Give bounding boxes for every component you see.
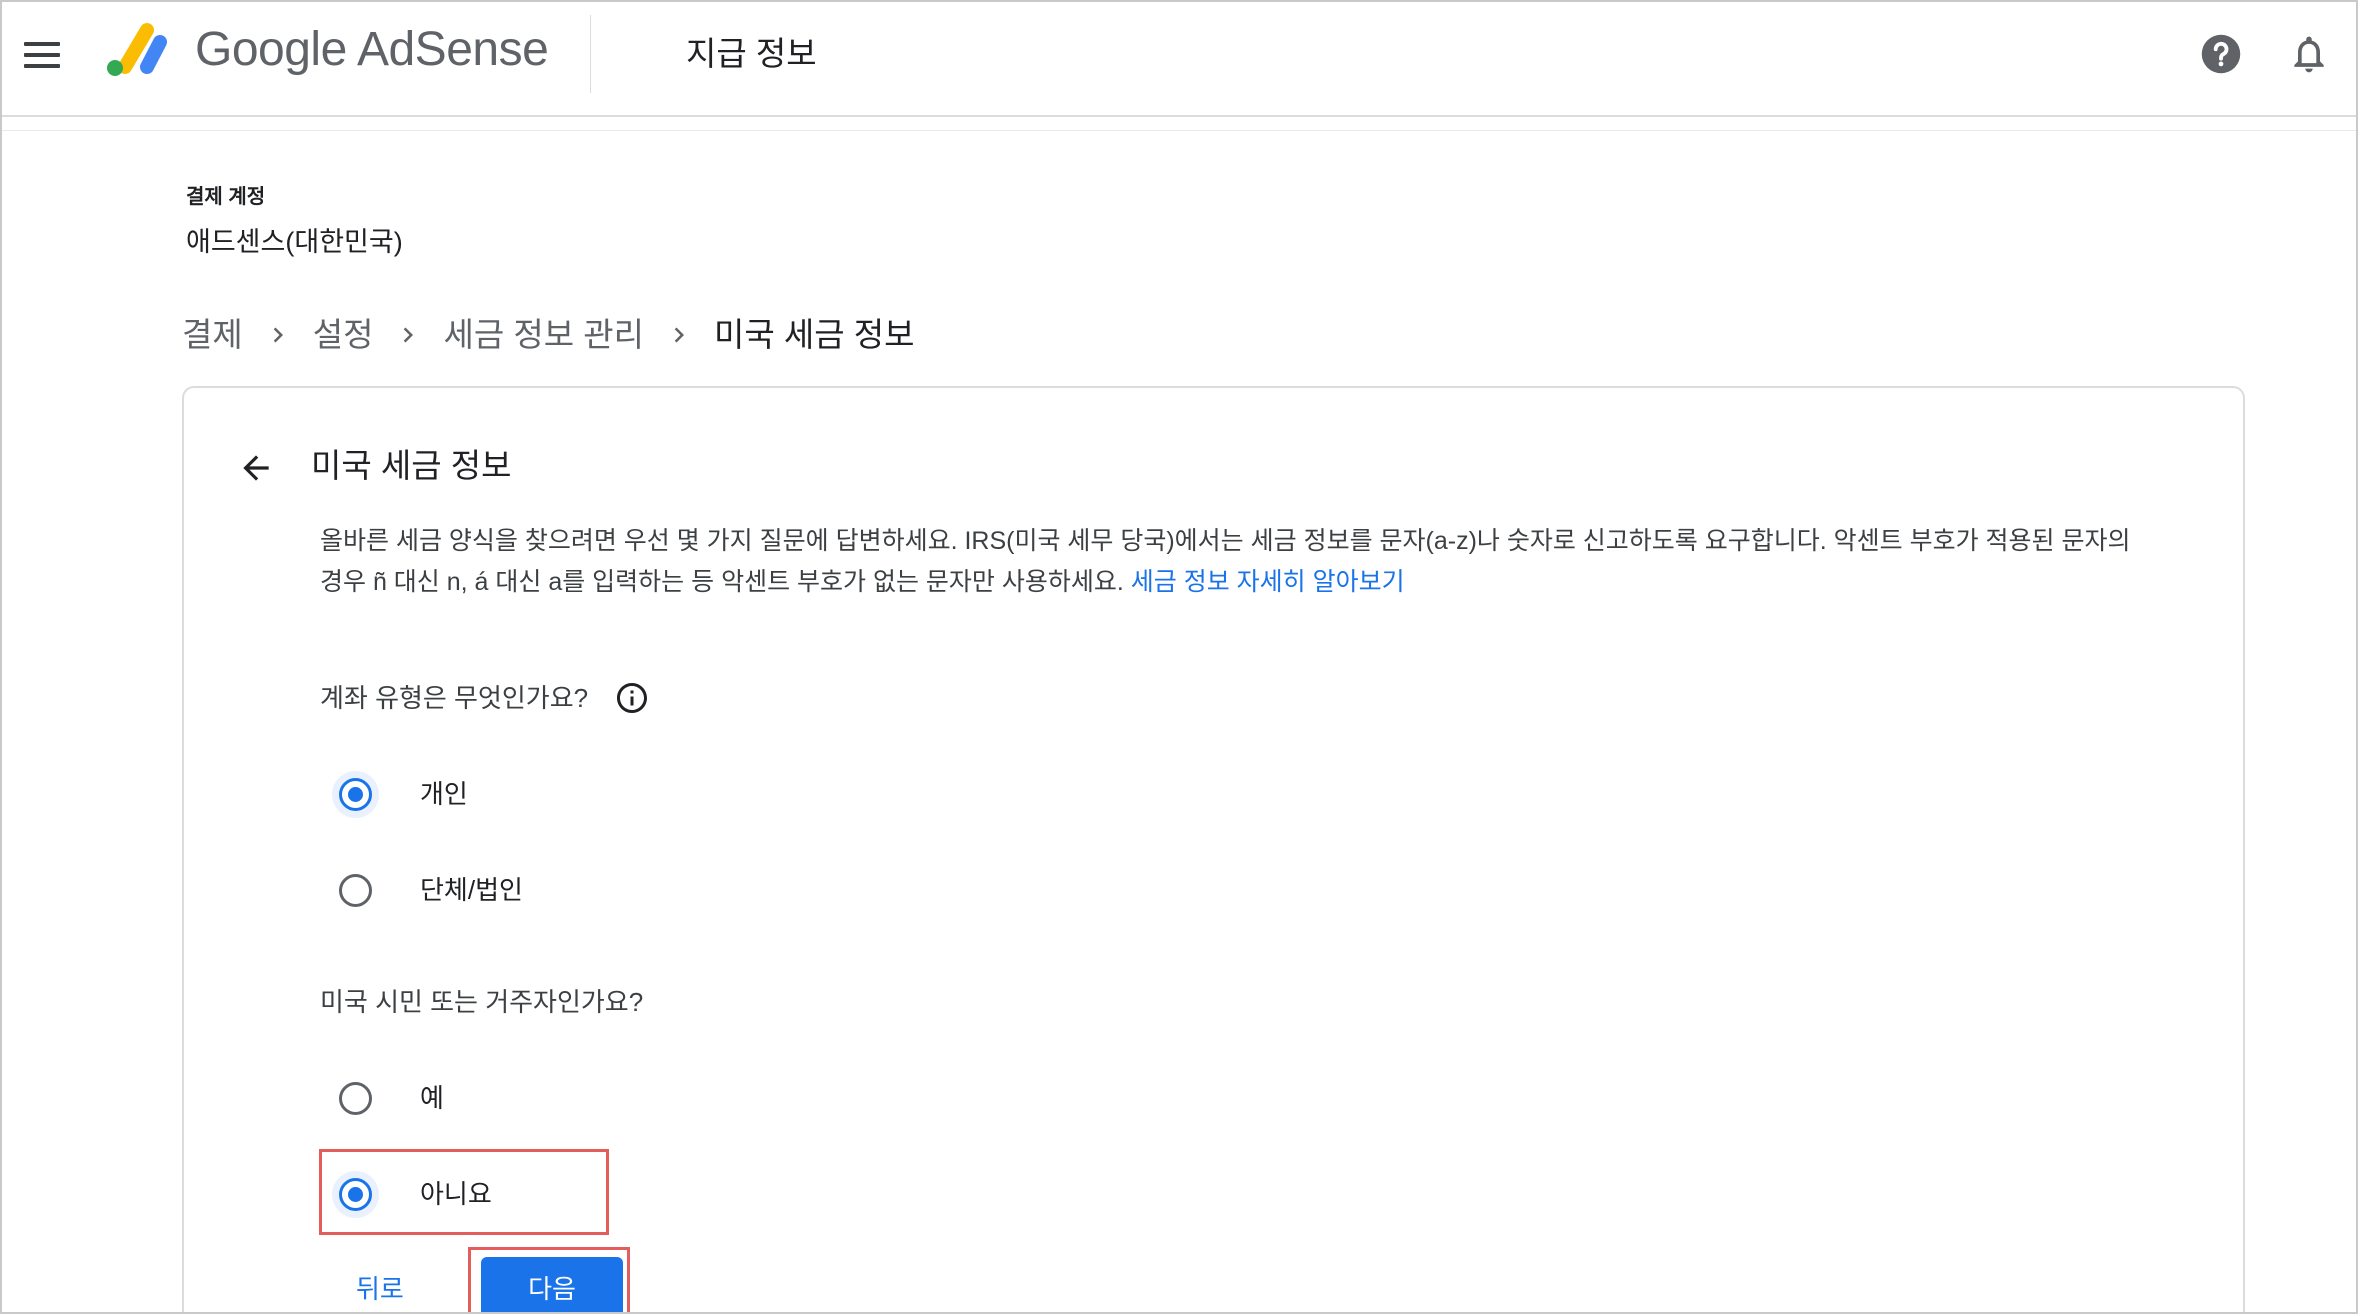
us-person-question: 미국 시민 또는 거주자인가요?: [320, 984, 643, 1020]
radio-business[interactable]: [339, 874, 372, 907]
bell-icon[interactable]: [2287, 32, 2331, 76]
us-person-question-label: 미국 시민 또는 거주자인가요?: [320, 987, 644, 1017]
breadcrumb-item-settings[interactable]: 설정: [313, 312, 374, 358]
radio-individual[interactable]: [339, 778, 372, 811]
learn-more-link[interactable]: 세금 정보 자세히 알아보기: [1131, 568, 1405, 596]
menu-icon[interactable]: [24, 42, 60, 68]
next-button[interactable]: 다음: [481, 1257, 623, 1314]
account-type-question-label: 계좌 유형은 무엇인가요?: [320, 683, 589, 713]
help-icon[interactable]: [2199, 32, 2243, 76]
breadcrumb-item-manage-tax-info[interactable]: 세금 정보 관리: [443, 312, 644, 358]
chevron-right-icon: [674, 327, 684, 343]
info-icon[interactable]: [614, 680, 650, 716]
header-shadow-line: [0, 130, 2358, 131]
radio-individual-label[interactable]: 개인: [420, 776, 468, 812]
radio-yes-label[interactable]: 예: [420, 1080, 444, 1116]
breadcrumb-item-current: 미국 세금 정보: [713, 316, 915, 353]
radio-no[interactable]: [339, 1178, 372, 1211]
adsense-home-link[interactable]: Google AdSense: [103, 20, 549, 80]
chevron-right-icon: [273, 327, 283, 343]
account-type-question: 계좌 유형은 무엇인가요?: [320, 680, 650, 716]
radio-yes[interactable]: [339, 1082, 372, 1115]
top-app-bar: Google AdSense 지급 정보: [0, 0, 2358, 117]
radio-business-label[interactable]: 단체/법인: [420, 872, 523, 908]
back-button[interactable]: 뒤로: [356, 1271, 404, 1307]
payments-account-label: 결제 계정: [186, 186, 266, 208]
adsense-logo-icon: [107, 23, 167, 76]
header-divider: [590, 15, 591, 93]
brand-name: Google AdSense: [195, 23, 549, 76]
arrow-back-icon[interactable]: [237, 449, 275, 487]
page-title: 지급 정보: [686, 35, 817, 72]
chevron-right-icon: [404, 327, 414, 343]
payments-account-name: 애드센스(대한민국): [186, 227, 403, 257]
card-description: 올바른 세금 양식을 찾으려면 우선 몇 가지 질문에 답변하세요. IRS(미…: [320, 521, 2160, 603]
us-tax-info-card: 미국 세금 정보 올바른 세금 양식을 찾으려면 우선 몇 가지 질문에 답변하…: [182, 386, 2245, 1314]
radio-no-label[interactable]: 아니요: [420, 1176, 492, 1212]
card-title: 미국 세금 정보: [311, 447, 512, 484]
breadcrumb: 결제 설정 세금 정보 관리 미국 세금 정보: [182, 312, 914, 358]
breadcrumb-item-payments[interactable]: 결제: [182, 312, 243, 358]
